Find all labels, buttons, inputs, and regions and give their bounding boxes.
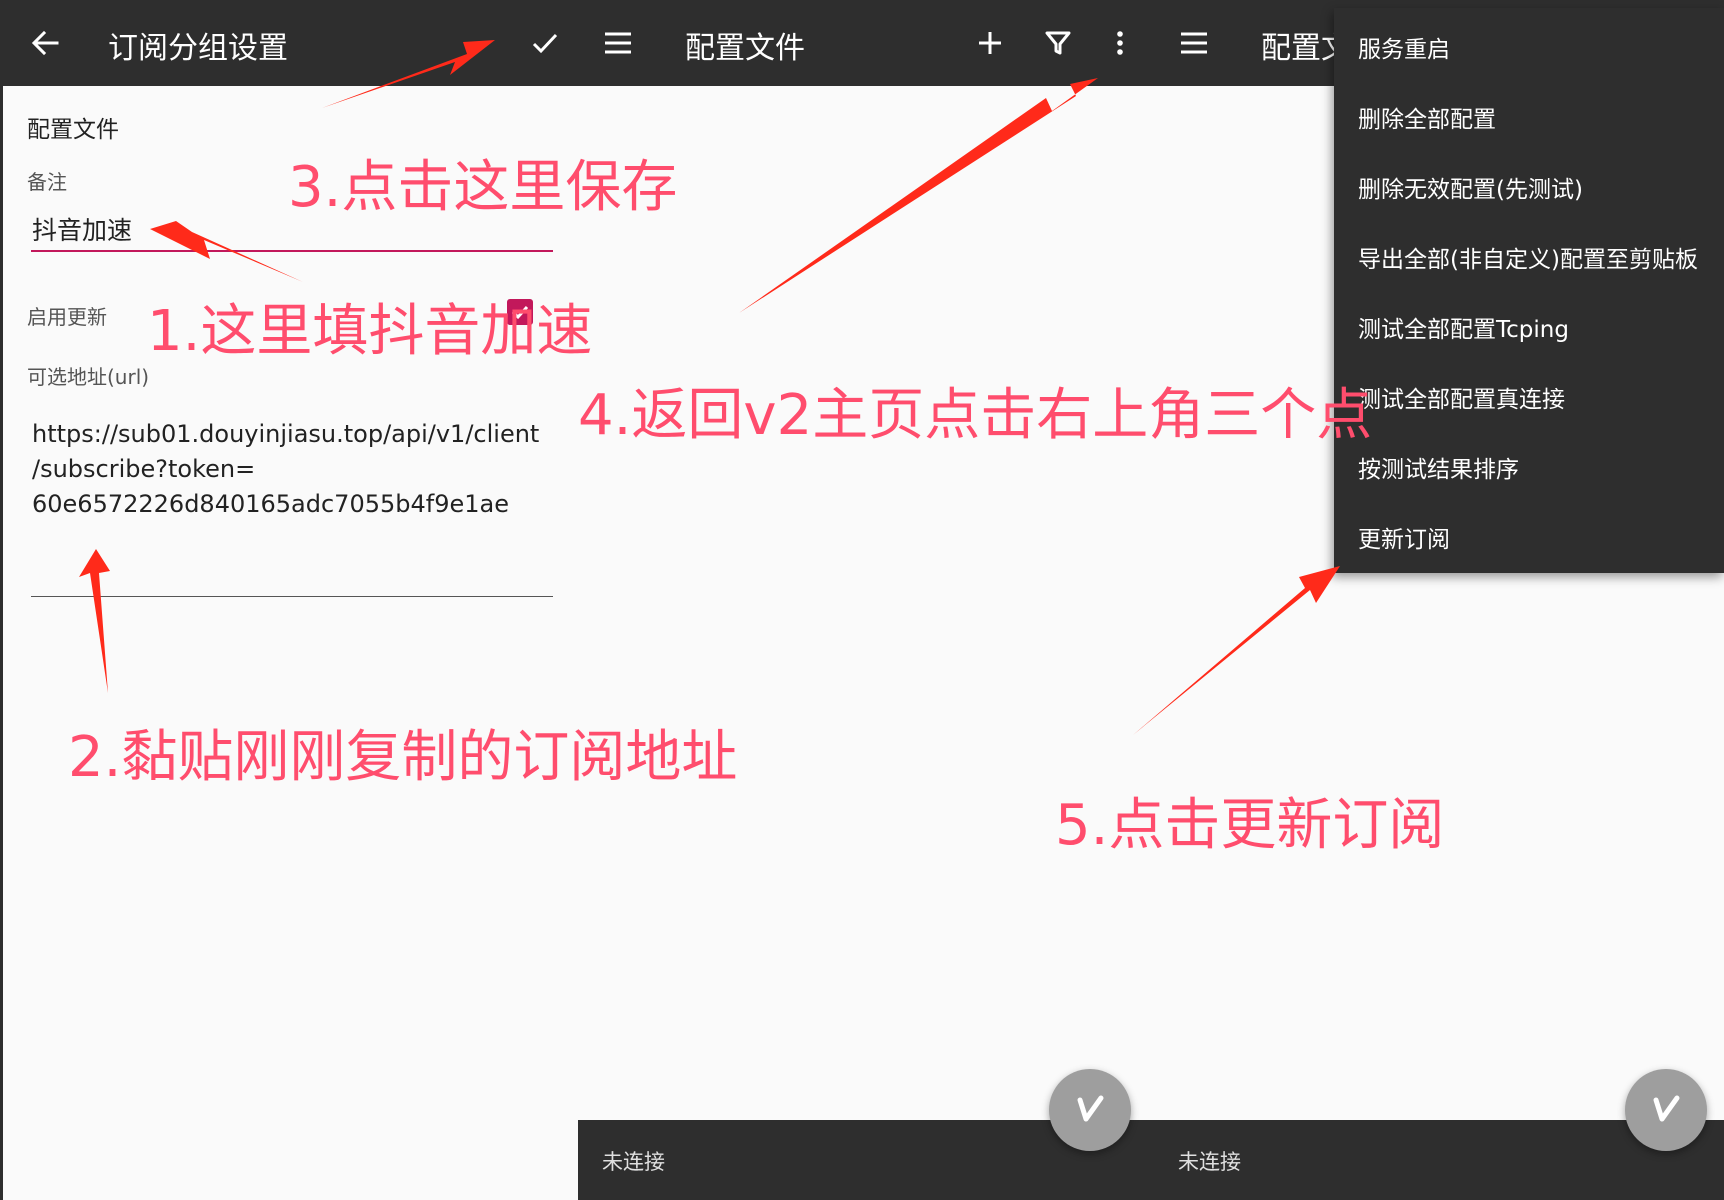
menu-item-update-subscription[interactable]: 更新订阅 bbox=[1358, 520, 1450, 554]
check-icon[interactable] bbox=[527, 25, 563, 61]
v-logo-icon bbox=[1653, 1095, 1680, 1122]
plus-icon[interactable] bbox=[972, 25, 1008, 61]
url-input-underline bbox=[31, 596, 553, 597]
url-label: 可选地址(url) bbox=[27, 365, 150, 389]
more-vert-icon[interactable] bbox=[1102, 25, 1138, 61]
hamburger-menu-icon[interactable] bbox=[1176, 25, 1212, 61]
url-input[interactable]: https://sub01.douyinjiasu.top/api/v1/cli… bbox=[32, 417, 572, 522]
filter-icon[interactable] bbox=[1040, 25, 1076, 61]
connection-status: 未连接 bbox=[602, 1150, 665, 1174]
menu-item-test-real[interactable]: 测试全部配置真连接 bbox=[1358, 380, 1565, 414]
annotation-step3: 3.点击这里保存 bbox=[288, 155, 678, 220]
annotation-step5: 5.点击更新订阅 bbox=[1055, 793, 1445, 858]
annotation-step2: 2.黏贴刚刚复制的订阅地址 bbox=[68, 725, 738, 790]
overflow-menu: 服务重启 删除全部配置 删除无效配置(先测试) 导出全部(非自定义)配置至剪贴板… bbox=[1334, 8, 1724, 573]
menu-item-restart-service[interactable]: 服务重启 bbox=[1358, 30, 1450, 64]
arrow-back-icon[interactable] bbox=[27, 25, 63, 61]
page-title: 订阅分组设置 bbox=[108, 31, 288, 66]
annotation-step4: 4.返回v2主页点击右上角三个点 bbox=[578, 383, 1373, 448]
remarks-label: 备注 bbox=[27, 170, 67, 194]
menu-item-delete-all[interactable]: 删除全部配置 bbox=[1358, 100, 1496, 134]
connection-status: 未连接 bbox=[1178, 1150, 1241, 1174]
v-logo-icon bbox=[1077, 1095, 1104, 1122]
menu-item-delete-invalid[interactable]: 删除无效配置(先测试) bbox=[1358, 170, 1583, 204]
page-title: 配置文件 bbox=[685, 31, 805, 66]
toolbar: 配置文件 bbox=[578, 0, 1154, 86]
menu-item-sort-by-result[interactable]: 按测试结果排序 bbox=[1358, 450, 1519, 484]
toolbar: 订阅分组设置 bbox=[3, 0, 578, 86]
remarks-input-underline bbox=[31, 250, 553, 252]
remarks-input[interactable]: 抖音加速 bbox=[32, 211, 132, 247]
menu-item-test-tcping[interactable]: 测试全部配置Tcping bbox=[1358, 310, 1569, 344]
connect-fab-button[interactable] bbox=[1049, 1069, 1131, 1151]
menu-item-export-all[interactable]: 导出全部(非自定义)配置至剪贴板 bbox=[1358, 240, 1698, 274]
enable-update-label: 启用更新 bbox=[27, 305, 107, 329]
section-title: 配置文件 bbox=[27, 117, 119, 143]
annotation-step1: 1.这里填抖音加速 bbox=[147, 299, 593, 364]
hamburger-menu-icon[interactable] bbox=[600, 25, 636, 61]
connect-fab-button[interactable] bbox=[1625, 1069, 1707, 1151]
